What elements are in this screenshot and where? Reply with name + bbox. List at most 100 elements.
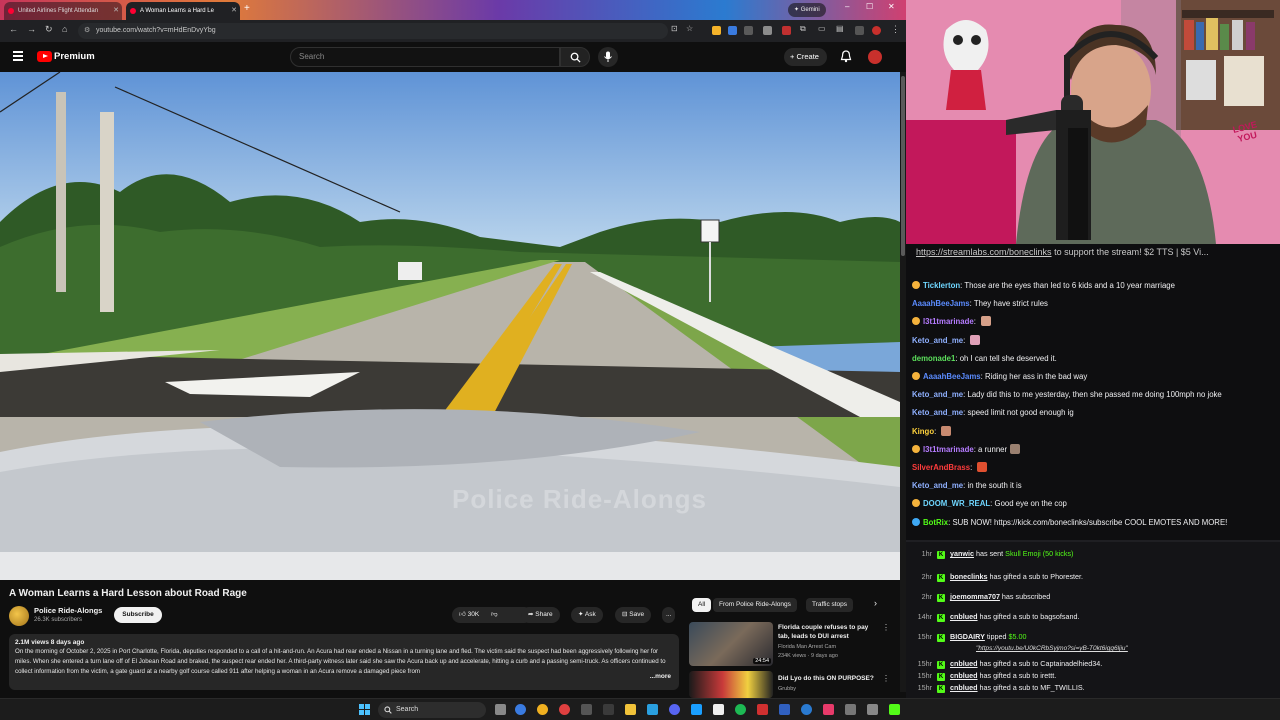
close-window-icon[interactable]: ✕	[888, 2, 895, 11]
url-field[interactable]: ⚙ youtube.com/watch?v=mHdEnDvyYbg	[78, 23, 668, 39]
gemini-button[interactable]: ✦ Gemini	[788, 3, 826, 17]
subscribe-button[interactable]: Subscribe	[114, 607, 162, 623]
close-icon[interactable]: ✕	[231, 2, 237, 20]
recommendation-title[interactable]: Florida couple refuses to pay tab, leads…	[778, 623, 878, 641]
chat-username[interactable]: Kingo	[912, 427, 934, 436]
youtube-logo-icon[interactable]	[37, 51, 52, 62]
telegram-icon[interactable]	[647, 704, 658, 715]
notifications-bell-icon[interactable]	[840, 50, 852, 63]
forward-icon[interactable]: →	[27, 24, 36, 34]
profile-icon[interactable]	[855, 26, 864, 35]
tab-united-airlines[interactable]: United Airlines Flight Attendan ✕	[4, 2, 122, 20]
app-icon[interactable]	[801, 704, 812, 715]
edge-browser-icon[interactable]	[515, 704, 526, 715]
sidebar-icon[interactable]: ▭	[818, 24, 826, 33]
like-icon[interactable]: 👍︎	[459, 611, 466, 618]
chat-username[interactable]: demonade1	[912, 354, 955, 363]
account-avatar-icon[interactable]	[872, 26, 881, 35]
taskbar-search[interactable]: Search	[378, 702, 486, 718]
event-username[interactable]: cnblued	[950, 612, 978, 621]
chrome-profile-icon[interactable]	[559, 704, 570, 715]
extension-icon[interactable]	[744, 26, 753, 35]
chat-username[interactable]: Ticklerton	[923, 281, 960, 290]
event-username[interactable]: cnblued	[950, 659, 978, 668]
close-icon[interactable]: ✕	[113, 2, 119, 20]
reload-icon[interactable]: ↻	[45, 24, 53, 35]
event-username[interactable]: cnblued	[950, 683, 978, 692]
voice-search-button[interactable]	[598, 47, 618, 67]
cast-icon[interactable]: ⊡	[671, 24, 678, 33]
browser-menu-icon[interactable]: ⋮	[891, 24, 900, 35]
dislike-icon[interactable]: 👎︎	[491, 611, 498, 618]
new-tab-button[interactable]: +	[244, 3, 250, 14]
extension-icon[interactable]	[728, 26, 737, 35]
channel-avatar[interactable]	[9, 606, 29, 626]
app-icon[interactable]	[867, 704, 878, 715]
chat-username[interactable]: DOOM_WR_REAL	[923, 499, 990, 508]
chat-username[interactable]: Keto_and_me	[912, 481, 963, 490]
chip-traffic-stops[interactable]: Traffic stops	[806, 598, 854, 612]
task-view-icon[interactable]	[495, 704, 506, 715]
app-icon[interactable]	[581, 704, 592, 715]
chat-username[interactable]: Keto_and_me	[912, 390, 963, 399]
file-explorer-icon[interactable]	[625, 704, 636, 715]
chrome-browser-icon[interactable]	[537, 704, 548, 715]
home-icon[interactable]: ⌂	[62, 24, 67, 34]
tip-message-link[interactable]: "https://youtu.be/U0kCRbSyjmo?si=yB-T0kt…	[976, 645, 1276, 652]
discord-icon[interactable]	[669, 704, 680, 715]
event-username[interactable]: cnblued	[950, 671, 978, 680]
extension-icon[interactable]	[763, 26, 772, 35]
app-icon[interactable]	[757, 704, 768, 715]
extension-icon[interactable]	[712, 26, 721, 35]
kick-icon[interactable]	[889, 704, 900, 715]
recommendation-thumbnail[interactable]	[689, 671, 773, 698]
recommendation-menu-icon[interactable]: ⋮	[882, 674, 890, 683]
scrollbar-thumb[interactable]	[901, 76, 905, 256]
chat-username[interactable]: Keto_and_me	[912, 336, 963, 345]
chip-from-channel[interactable]: From Police Ride-Alongs	[713, 598, 797, 612]
app-icon[interactable]	[823, 704, 834, 715]
ask-button[interactable]: ✦ Ask	[571, 607, 603, 623]
recommendation-channel[interactable]: Florida Man Arrest Cam	[778, 643, 836, 651]
chip-next-chevron-icon[interactable]: ›	[874, 598, 877, 608]
event-username[interactable]: BIGDAIRY	[950, 632, 985, 641]
site-info-icon[interactable]: ⚙	[84, 23, 90, 39]
extension-icon[interactable]	[782, 26, 791, 35]
channel-name[interactable]: Police Ride-Alongs	[34, 606, 102, 615]
streamlabs-link[interactable]: https://streamlabs.com/boneclinks	[916, 247, 1052, 257]
event-username[interactable]: boneclinks	[950, 572, 988, 581]
back-icon[interactable]: ←	[9, 24, 18, 34]
recommendation-menu-icon[interactable]: ⋮	[882, 623, 890, 632]
show-more-link[interactable]: ...more	[645, 673, 671, 680]
extensions-puzzle-icon[interactable]: ⧉	[800, 24, 806, 34]
chat-username[interactable]: Keto_and_me	[912, 408, 963, 417]
steam-icon[interactable]	[691, 704, 702, 715]
maximize-icon[interactable]: ☐	[866, 2, 873, 11]
minimize-icon[interactable]: –	[845, 2, 849, 11]
recommendation-thumbnail[interactable]: 24:54	[689, 622, 773, 666]
video-player[interactable]: Police Ride-Alongs	[0, 72, 900, 580]
search-button[interactable]	[560, 47, 590, 67]
obs-icon[interactable]	[713, 704, 724, 715]
chip-all[interactable]: All	[692, 598, 712, 612]
like-dislike-button[interactable]: 👍︎ 30K 👎︎	[452, 607, 532, 623]
youtube-brand[interactable]: Premium	[54, 51, 95, 62]
search-input[interactable]: Search	[290, 47, 560, 67]
share-button[interactable]: ➦ Share	[521, 607, 560, 623]
chat-username[interactable]: SilverAndBrass	[912, 463, 970, 472]
chat-username[interactable]: l3t1tmarinade	[923, 317, 974, 326]
recommendation-title[interactable]: Did Lyo do this ON PURPOSE?	[778, 674, 878, 683]
event-username[interactable]: yanwic	[950, 549, 974, 558]
more-actions-button[interactable]: ...	[662, 607, 676, 623]
spotify-icon[interactable]	[735, 704, 746, 715]
app-icon[interactable]	[779, 704, 790, 715]
snipping-tool-icon[interactable]	[845, 704, 856, 715]
chat-username[interactable]: AaaahBeeJams	[923, 372, 981, 381]
chat-username[interactable]: l3t1tmarinade	[923, 445, 974, 454]
split-view-icon[interactable]: ▤	[836, 24, 844, 33]
description-box[interactable]: 2.1M views 8 days ago On the morning of …	[9, 634, 679, 690]
terminal-icon[interactable]	[603, 704, 614, 715]
windows-start-icon[interactable]	[359, 704, 370, 715]
recommendation-channel[interactable]: Grubby	[778, 685, 796, 693]
chat-username[interactable]: AaaahBeeJams	[912, 299, 970, 308]
